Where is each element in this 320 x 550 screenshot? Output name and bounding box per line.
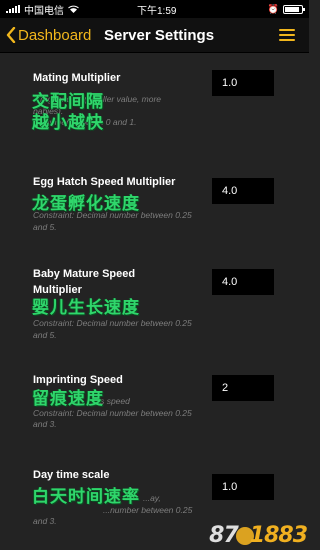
status-right: ⏰ <box>267 3 305 15</box>
back-button-label: Dashboard <box>18 26 92 44</box>
setting-label: Baby Mature Speed Multiplier <box>33 268 136 296</box>
overlay-caption: 交配间隔 越小越快 <box>32 92 104 133</box>
setting-label: Imprinting Speed <box>33 374 123 386</box>
setting-constraint: Constraint: Decimal number between 0.25 … <box>33 318 192 340</box>
status-left: 中国电信 <box>6 2 79 17</box>
back-button[interactable]: Dashboard <box>0 27 91 44</box>
signal-icon <box>6 5 20 13</box>
carrier-label: 中国电信 <box>24 5 64 17</box>
overlay-caption: 婴儿生长速度 <box>32 298 140 318</box>
nav-bar: Dashboard Server Settings <box>0 18 309 53</box>
setting-label: Egg Hatch Speed Multiplier <box>33 176 176 188</box>
setting-label: Day time scale <box>33 469 110 481</box>
baby-mature-speed-input[interactable] <box>212 269 274 295</box>
imprinting-speed-input[interactable] <box>212 375 274 401</box>
battery-level-fill <box>285 6 299 12</box>
battery-icon <box>283 4 305 14</box>
egg-hatch-speed-input[interactable] <box>212 178 274 204</box>
alarm-icon: ⏰ <box>267 3 279 14</box>
overlay-caption: 白天时间速率 <box>32 487 140 507</box>
overlay-caption: 留痕速度 <box>32 389 104 409</box>
day-time-scale-input[interactable] <box>212 474 274 500</box>
chevron-left-icon <box>6 27 16 43</box>
page-title: Server Settings <box>104 26 215 44</box>
status-time: 下午1:59 <box>137 5 177 17</box>
mating-multiplier-input[interactable] <box>212 70 274 96</box>
sun-icon <box>235 526 254 545</box>
status-bar: 中国电信 下午1:59 ⏰ <box>0 0 309 18</box>
wifi-icon <box>68 5 79 13</box>
hamburger-menu-icon[interactable] <box>279 29 295 41</box>
watermark-logo: 87 1883 <box>209 523 308 548</box>
overlay-caption: 龙蛋孵化速度 <box>32 194 140 214</box>
setting-label: Mating Multiplier <box>33 72 121 84</box>
